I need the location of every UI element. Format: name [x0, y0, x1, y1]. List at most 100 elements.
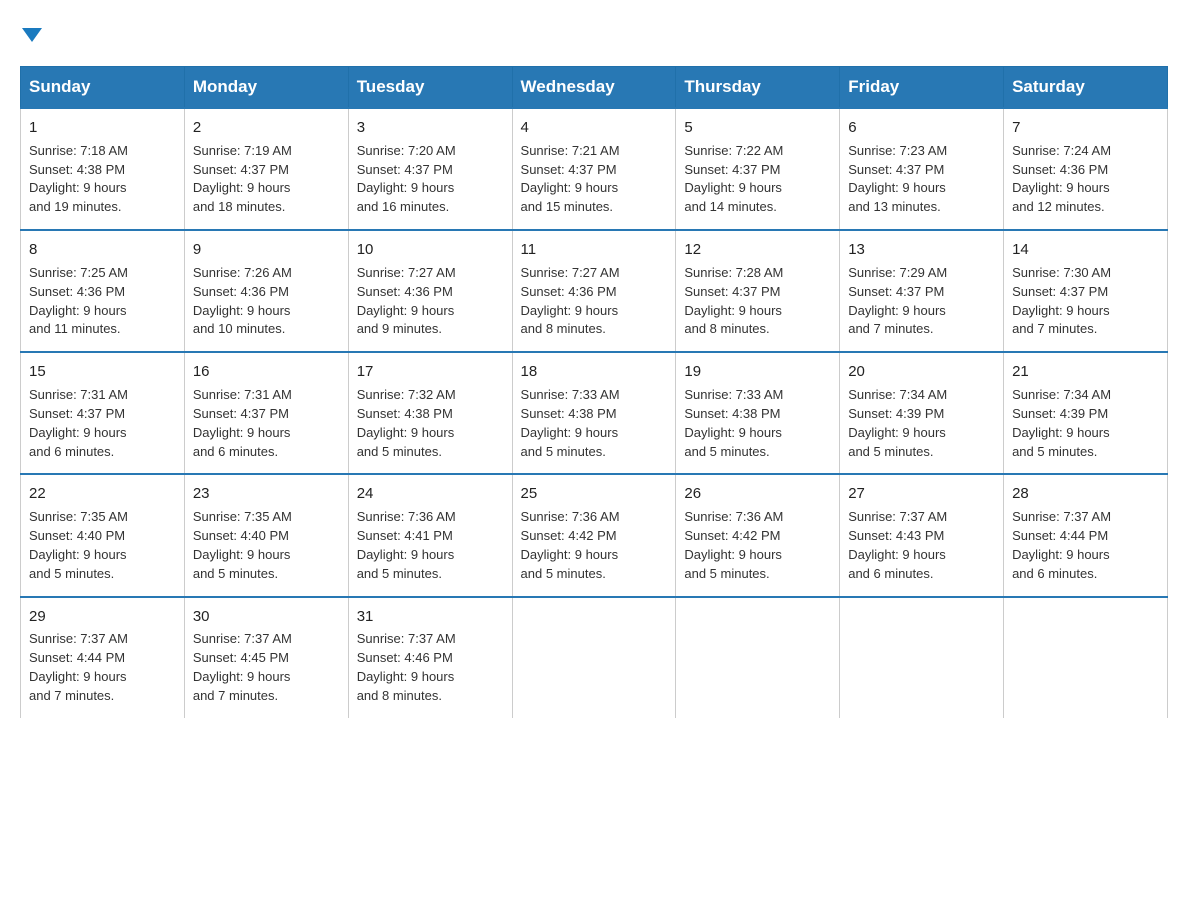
day-info: Sunrise: 7:25 AMSunset: 4:36 PMDaylight:…: [29, 265, 128, 337]
day-info: Sunrise: 7:37 AMSunset: 4:43 PMDaylight:…: [848, 509, 947, 581]
calendar-cell: 13 Sunrise: 7:29 AMSunset: 4:37 PMDaylig…: [840, 230, 1004, 352]
calendar-cell: 10 Sunrise: 7:27 AMSunset: 4:36 PMDaylig…: [348, 230, 512, 352]
day-number: 15: [29, 361, 176, 383]
calendar-cell: 24 Sunrise: 7:36 AMSunset: 4:41 PMDaylig…: [348, 474, 512, 596]
day-number: 30: [193, 606, 340, 628]
day-info: Sunrise: 7:31 AMSunset: 4:37 PMDaylight:…: [193, 387, 292, 459]
calendar-week-row: 1 Sunrise: 7:18 AMSunset: 4:38 PMDayligh…: [21, 108, 1168, 230]
calendar-cell: 16 Sunrise: 7:31 AMSunset: 4:37 PMDaylig…: [184, 352, 348, 474]
day-number: 7: [1012, 117, 1159, 139]
calendar-cell: 6 Sunrise: 7:23 AMSunset: 4:37 PMDayligh…: [840, 108, 1004, 230]
weekday-header-thursday: Thursday: [676, 67, 840, 109]
day-number: 19: [684, 361, 831, 383]
day-number: 16: [193, 361, 340, 383]
day-info: Sunrise: 7:24 AMSunset: 4:36 PMDaylight:…: [1012, 143, 1111, 215]
day-info: Sunrise: 7:36 AMSunset: 4:42 PMDaylight:…: [521, 509, 620, 581]
day-info: Sunrise: 7:30 AMSunset: 4:37 PMDaylight:…: [1012, 265, 1111, 337]
day-number: 23: [193, 483, 340, 505]
day-number: 10: [357, 239, 504, 261]
calendar-cell: 31 Sunrise: 7:37 AMSunset: 4:46 PMDaylig…: [348, 597, 512, 718]
day-number: 14: [1012, 239, 1159, 261]
day-number: 27: [848, 483, 995, 505]
day-info: Sunrise: 7:33 AMSunset: 4:38 PMDaylight:…: [684, 387, 783, 459]
calendar-cell: 22 Sunrise: 7:35 AMSunset: 4:40 PMDaylig…: [21, 474, 185, 596]
day-info: Sunrise: 7:32 AMSunset: 4:38 PMDaylight:…: [357, 387, 456, 459]
day-number: 21: [1012, 361, 1159, 383]
day-info: Sunrise: 7:37 AMSunset: 4:46 PMDaylight:…: [357, 631, 456, 703]
day-number: 4: [521, 117, 668, 139]
calendar-week-row: 15 Sunrise: 7:31 AMSunset: 4:37 PMDaylig…: [21, 352, 1168, 474]
day-number: 2: [193, 117, 340, 139]
calendar-cell: [1004, 597, 1168, 718]
calendar-cell: 4 Sunrise: 7:21 AMSunset: 4:37 PMDayligh…: [512, 108, 676, 230]
weekday-header-row: SundayMondayTuesdayWednesdayThursdayFrid…: [21, 67, 1168, 109]
calendar-cell: 11 Sunrise: 7:27 AMSunset: 4:36 PMDaylig…: [512, 230, 676, 352]
day-number: 18: [521, 361, 668, 383]
weekday-header-tuesday: Tuesday: [348, 67, 512, 109]
day-number: 22: [29, 483, 176, 505]
calendar-cell: 2 Sunrise: 7:19 AMSunset: 4:37 PMDayligh…: [184, 108, 348, 230]
day-number: 25: [521, 483, 668, 505]
calendar-cell: [840, 597, 1004, 718]
calendar-cell: [512, 597, 676, 718]
logo-triangle-icon: [22, 28, 42, 42]
calendar-week-row: 8 Sunrise: 7:25 AMSunset: 4:36 PMDayligh…: [21, 230, 1168, 352]
calendar-cell: 1 Sunrise: 7:18 AMSunset: 4:38 PMDayligh…: [21, 108, 185, 230]
day-info: Sunrise: 7:37 AMSunset: 4:45 PMDaylight:…: [193, 631, 292, 703]
calendar-cell: 27 Sunrise: 7:37 AMSunset: 4:43 PMDaylig…: [840, 474, 1004, 596]
day-info: Sunrise: 7:36 AMSunset: 4:41 PMDaylight:…: [357, 509, 456, 581]
day-info: Sunrise: 7:21 AMSunset: 4:37 PMDaylight:…: [521, 143, 620, 215]
calendar-cell: 19 Sunrise: 7:33 AMSunset: 4:38 PMDaylig…: [676, 352, 840, 474]
day-number: 28: [1012, 483, 1159, 505]
page-header: [20, 20, 1168, 48]
day-number: 5: [684, 117, 831, 139]
day-info: Sunrise: 7:34 AMSunset: 4:39 PMDaylight:…: [848, 387, 947, 459]
logo: [20, 20, 42, 48]
weekday-header-friday: Friday: [840, 67, 1004, 109]
day-number: 26: [684, 483, 831, 505]
calendar-cell: 5 Sunrise: 7:22 AMSunset: 4:37 PMDayligh…: [676, 108, 840, 230]
day-info: Sunrise: 7:35 AMSunset: 4:40 PMDaylight:…: [193, 509, 292, 581]
calendar-cell: 15 Sunrise: 7:31 AMSunset: 4:37 PMDaylig…: [21, 352, 185, 474]
calendar-cell: 9 Sunrise: 7:26 AMSunset: 4:36 PMDayligh…: [184, 230, 348, 352]
calendar-cell: [676, 597, 840, 718]
day-info: Sunrise: 7:36 AMSunset: 4:42 PMDaylight:…: [684, 509, 783, 581]
day-info: Sunrise: 7:28 AMSunset: 4:37 PMDaylight:…: [684, 265, 783, 337]
day-number: 29: [29, 606, 176, 628]
day-info: Sunrise: 7:35 AMSunset: 4:40 PMDaylight:…: [29, 509, 128, 581]
day-number: 13: [848, 239, 995, 261]
day-info: Sunrise: 7:27 AMSunset: 4:36 PMDaylight:…: [521, 265, 620, 337]
day-number: 9: [193, 239, 340, 261]
day-info: Sunrise: 7:27 AMSunset: 4:36 PMDaylight:…: [357, 265, 456, 337]
day-info: Sunrise: 7:29 AMSunset: 4:37 PMDaylight:…: [848, 265, 947, 337]
calendar-cell: 30 Sunrise: 7:37 AMSunset: 4:45 PMDaylig…: [184, 597, 348, 718]
calendar-table: SundayMondayTuesdayWednesdayThursdayFrid…: [20, 66, 1168, 718]
calendar-cell: 7 Sunrise: 7:24 AMSunset: 4:36 PMDayligh…: [1004, 108, 1168, 230]
day-info: Sunrise: 7:26 AMSunset: 4:36 PMDaylight:…: [193, 265, 292, 337]
calendar-cell: 14 Sunrise: 7:30 AMSunset: 4:37 PMDaylig…: [1004, 230, 1168, 352]
day-info: Sunrise: 7:22 AMSunset: 4:37 PMDaylight:…: [684, 143, 783, 215]
weekday-header-sunday: Sunday: [21, 67, 185, 109]
calendar-cell: 28 Sunrise: 7:37 AMSunset: 4:44 PMDaylig…: [1004, 474, 1168, 596]
day-info: Sunrise: 7:23 AMSunset: 4:37 PMDaylight:…: [848, 143, 947, 215]
day-number: 20: [848, 361, 995, 383]
calendar-cell: 18 Sunrise: 7:33 AMSunset: 4:38 PMDaylig…: [512, 352, 676, 474]
day-info: Sunrise: 7:31 AMSunset: 4:37 PMDaylight:…: [29, 387, 128, 459]
calendar-cell: 8 Sunrise: 7:25 AMSunset: 4:36 PMDayligh…: [21, 230, 185, 352]
calendar-cell: 25 Sunrise: 7:36 AMSunset: 4:42 PMDaylig…: [512, 474, 676, 596]
calendar-cell: 21 Sunrise: 7:34 AMSunset: 4:39 PMDaylig…: [1004, 352, 1168, 474]
logo-line1: [20, 20, 42, 48]
calendar-cell: 26 Sunrise: 7:36 AMSunset: 4:42 PMDaylig…: [676, 474, 840, 596]
day-info: Sunrise: 7:34 AMSunset: 4:39 PMDaylight:…: [1012, 387, 1111, 459]
day-info: Sunrise: 7:20 AMSunset: 4:37 PMDaylight:…: [357, 143, 456, 215]
weekday-header-monday: Monday: [184, 67, 348, 109]
calendar-cell: 29 Sunrise: 7:37 AMSunset: 4:44 PMDaylig…: [21, 597, 185, 718]
day-info: Sunrise: 7:37 AMSunset: 4:44 PMDaylight:…: [29, 631, 128, 703]
day-number: 17: [357, 361, 504, 383]
day-number: 6: [848, 117, 995, 139]
day-number: 12: [684, 239, 831, 261]
weekday-header-wednesday: Wednesday: [512, 67, 676, 109]
day-number: 31: [357, 606, 504, 628]
calendar-week-row: 29 Sunrise: 7:37 AMSunset: 4:44 PMDaylig…: [21, 597, 1168, 718]
calendar-cell: 12 Sunrise: 7:28 AMSunset: 4:37 PMDaylig…: [676, 230, 840, 352]
